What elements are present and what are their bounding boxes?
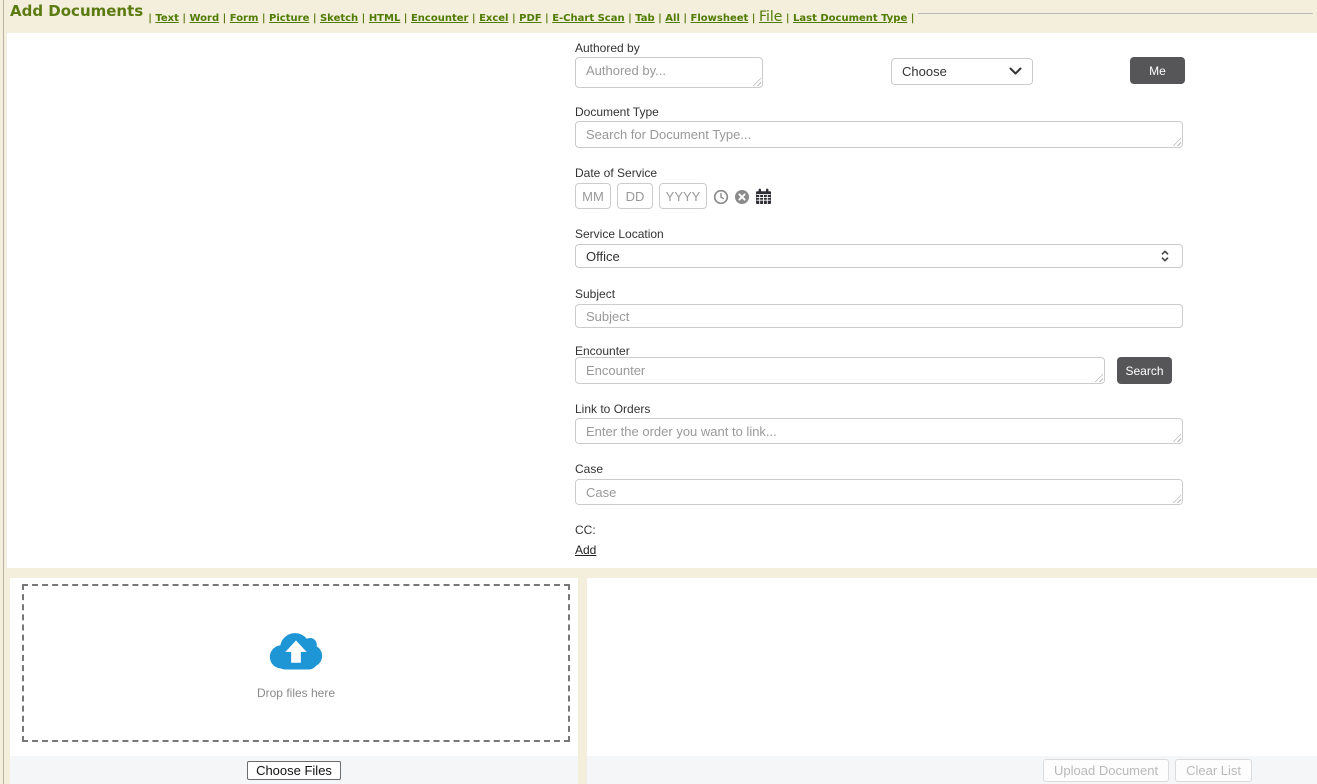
link-separator: | — [309, 13, 320, 24]
cloud-upload-icon — [265, 627, 327, 679]
link-separator: | — [219, 13, 230, 24]
doc-type-link-file[interactable]: File — [759, 9, 782, 25]
case-input[interactable] — [575, 479, 1183, 505]
doc-type-link-form[interactable]: Form — [230, 13, 259, 24]
choose-select-value: Choose — [902, 64, 1009, 79]
link-separator: | — [508, 13, 519, 24]
clear-date-icon[interactable] — [734, 189, 750, 205]
encounter-label: Encounter — [575, 344, 630, 358]
link-separator: | — [655, 13, 666, 24]
date-dd-input[interactable] — [617, 183, 653, 209]
upload-list-panel: Upload Document Clear List — [587, 578, 1317, 784]
drop-files-zone[interactable]: Drop files here — [22, 584, 570, 742]
authored-by-input[interactable] — [575, 57, 763, 88]
document-type-label: Document Type — [575, 105, 659, 119]
choose-files-bar: Choose Files — [10, 756, 578, 784]
link-separator: | — [907, 13, 914, 24]
doc-type-link-excel[interactable]: Excel — [479, 13, 508, 24]
doc-type-link-tab[interactable]: Tab — [635, 13, 654, 24]
link-separator: | — [258, 13, 269, 24]
cc-add-link[interactable]: Add — [575, 543, 596, 557]
subject-label: Subject — [575, 287, 615, 301]
file-drop-panel: Drop files here Choose Files — [10, 578, 578, 784]
upload-document-button[interactable]: Upload Document — [1043, 759, 1169, 782]
encounter-input[interactable] — [575, 357, 1105, 384]
authored-by-choose-select[interactable]: Choose — [891, 58, 1033, 85]
link-to-orders-input[interactable] — [575, 418, 1183, 444]
clock-icon[interactable] — [713, 189, 729, 205]
link-separator: | — [400, 13, 411, 24]
chevron-down-icon — [1009, 67, 1022, 76]
link-separator: | — [625, 13, 636, 24]
doc-type-link-sketch[interactable]: Sketch — [320, 13, 358, 24]
doc-type-link-last-document-type[interactable]: Last Document Type — [793, 13, 907, 24]
link-separator: | — [468, 13, 479, 24]
header-rule — [918, 13, 1313, 14]
authored-by-label: Authored by — [575, 41, 640, 55]
link-to-orders-label: Link to Orders — [575, 402, 650, 416]
me-button[interactable]: Me — [1130, 57, 1185, 84]
link-separator: | — [179, 13, 190, 24]
link-separator: | — [542, 13, 553, 24]
date-of-service-label: Date of Service — [575, 166, 657, 180]
clear-list-button[interactable]: Clear List — [1175, 759, 1252, 782]
up-down-arrows-icon — [1158, 249, 1172, 263]
doc-type-link-pdf[interactable]: PDF — [519, 13, 541, 24]
doc-type-link-flowsheet[interactable]: Flowsheet — [691, 13, 749, 24]
doc-type-link-text[interactable]: Text — [155, 13, 179, 24]
page-left-border — [3, 0, 4, 784]
document-type-links: | Text | Word | Form | Picture | Sketch … — [148, 6, 914, 25]
service-location-label: Service Location — [575, 227, 664, 241]
case-label: Case — [575, 462, 603, 476]
choose-files-button[interactable]: Choose Files — [247, 761, 341, 780]
doc-type-link-all[interactable]: All — [665, 13, 680, 24]
link-separator: | — [748, 13, 759, 24]
date-mm-input[interactable] — [575, 183, 611, 209]
doc-type-link-picture[interactable]: Picture — [269, 13, 309, 24]
upload-actions-bar: Upload Document Clear List — [587, 756, 1317, 784]
main-panel: Authored by Choose Me Document Type Date… — [7, 33, 1317, 568]
service-location-select[interactable]: Office — [575, 244, 1183, 268]
header: Add Documents | Text | Word | Form | Pic… — [0, 0, 1317, 33]
document-type-input[interactable] — [575, 121, 1183, 148]
link-separator: | — [358, 13, 369, 24]
link-separator: | — [680, 13, 691, 24]
link-separator: | — [782, 13, 793, 24]
date-yyyy-input[interactable] — [659, 183, 707, 209]
cc-label: CC: — [575, 523, 596, 537]
page-title: Add Documents — [10, 3, 143, 20]
doc-type-link-encounter[interactable]: Encounter — [411, 13, 468, 24]
calendar-icon[interactable] — [755, 188, 772, 205]
subject-input[interactable] — [575, 304, 1183, 328]
encounter-search-button[interactable]: Search — [1117, 357, 1172, 384]
doc-type-link-word[interactable]: Word — [190, 13, 220, 24]
doc-type-link-html[interactable]: HTML — [369, 13, 401, 24]
drop-files-text: Drop files here — [257, 686, 335, 700]
doc-type-link-e-chart-scan[interactable]: E-Chart Scan — [552, 13, 624, 24]
service-location-value: Office — [586, 249, 1158, 264]
